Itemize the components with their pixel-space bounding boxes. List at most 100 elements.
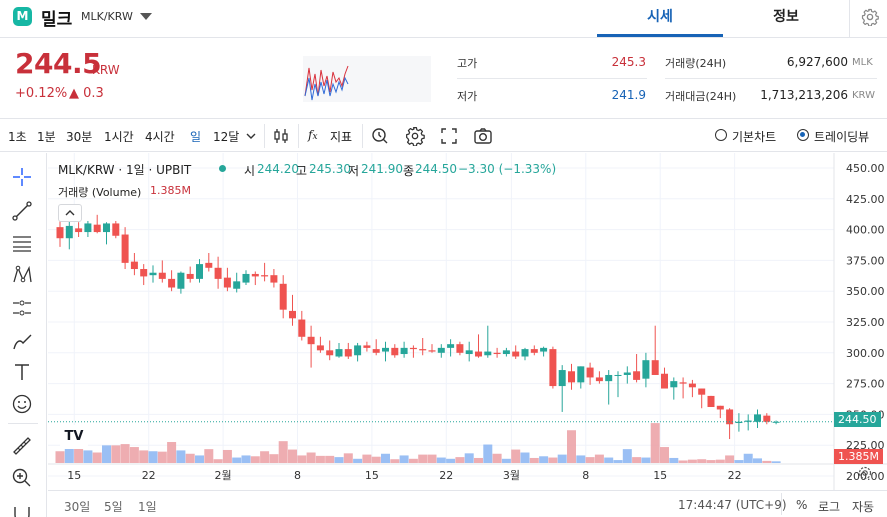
volume-bar: [260, 451, 270, 463]
volume-bar: [390, 459, 400, 463]
volume-bar: [613, 460, 623, 463]
indicator-fx-icon[interactable]: fx: [308, 128, 318, 142]
range-30d[interactable]: 30일: [64, 498, 90, 515]
candle-style-icon[interactable]: [271, 126, 291, 146]
volume-bar: [92, 452, 102, 463]
candle-body: [679, 382, 687, 384]
y-tick-label: 275.00: [846, 378, 885, 391]
volume-bar: [557, 454, 567, 463]
mode-basic-radio[interactable]: [715, 129, 727, 141]
candle-body: [698, 388, 706, 395]
axis-settings-gear-icon[interactable]: [857, 465, 873, 481]
pattern-icon[interactable]: [11, 264, 33, 286]
tab-quote[interactable]: 시세: [597, 0, 723, 37]
volume-bar: [278, 441, 288, 463]
market-status-dot: [219, 165, 226, 172]
tradingview-logo[interactable]: TV: [60, 425, 88, 449]
forecast-icon[interactable]: [11, 297, 33, 319]
volume-24h-label: 거래량(24H): [665, 57, 727, 70]
candle-body: [419, 349, 427, 351]
candle-body: [409, 347, 417, 350]
volume-bar: [771, 461, 781, 463]
candle-body: [772, 421, 780, 423]
candle-body: [549, 349, 557, 387]
volume-bar: [111, 445, 121, 463]
percent-scale-toggle[interactable]: %: [796, 498, 807, 512]
candle-body: [465, 350, 473, 355]
volume-bar: [697, 459, 707, 463]
coin-dropdown-caret-icon[interactable]: [140, 13, 152, 20]
candle-body: [661, 373, 668, 389]
last-volume-tag: 1.385M: [834, 449, 883, 464]
range-1d[interactable]: 1일: [138, 498, 157, 515]
interval-4h[interactable]: 4시간: [145, 128, 175, 145]
y-tick-label: 350.00: [846, 285, 885, 298]
candle-body: [335, 349, 343, 357]
divider: [665, 78, 877, 79]
volume-bar: [641, 457, 651, 463]
brush-icon[interactable]: [11, 331, 33, 353]
ohlc-low-label: 저: [348, 164, 360, 178]
volume-bar: [250, 456, 260, 463]
candlestick-chart[interactable]: 450.00 425.00 400.00 375.00 350.00 325.00 300.…: [48, 153, 887, 517]
trend-line-icon[interactable]: [11, 200, 33, 222]
zoom-in-icon[interactable]: [11, 467, 33, 489]
collapse-legend-button[interactable]: [58, 204, 82, 222]
y-tick-label: 375.00: [846, 254, 885, 267]
candle-body: [298, 319, 306, 337]
mode-tradingview-radio[interactable]: [797, 129, 809, 141]
settings-gear-icon[interactable]: [861, 8, 879, 26]
emoji-icon[interactable]: [11, 393, 33, 415]
magnet-icon[interactable]: [11, 503, 33, 517]
candle-body: [205, 262, 213, 268]
interval-1m[interactable]: 1분: [37, 128, 56, 145]
camera-snapshot-icon[interactable]: [473, 126, 493, 146]
x-tick-label: 22: [728, 469, 742, 482]
ohlc-close: 244.50: [415, 162, 457, 176]
candle-body: [456, 344, 464, 353]
indicators-button[interactable]: 지표: [330, 128, 352, 145]
text-tool-icon[interactable]: [11, 361, 33, 383]
volume-bar: [399, 455, 409, 463]
auto-scale-toggle[interactable]: 자동: [852, 498, 874, 515]
candle-body: [251, 273, 259, 277]
y-tick-label: 450.00: [846, 162, 885, 175]
volume-bar: [139, 450, 149, 463]
volume-bar: [678, 460, 688, 463]
volume-bar: [129, 447, 139, 463]
divider: [8, 423, 38, 424]
fib-retracement-icon[interactable]: [11, 232, 33, 254]
interval-1h[interactable]: 1시간: [104, 128, 134, 145]
chart-area[interactable]: 450.00 425.00 400.00 375.00 350.00 325.00 300.…: [48, 153, 887, 517]
volume-bar: [436, 457, 446, 463]
range-5d[interactable]: 5일: [104, 498, 123, 515]
volume-bar: [455, 457, 465, 463]
interval-day[interactable]: 일: [190, 128, 201, 145]
chevron-down-icon[interactable]: [244, 126, 258, 146]
interval-1s[interactable]: 1초: [8, 128, 27, 145]
chart-settings-gear-icon[interactable]: [405, 126, 425, 146]
interval-30m[interactable]: 30분: [66, 128, 92, 145]
mode-basic-label[interactable]: 기본차트: [732, 128, 776, 145]
x-tick-label: 15: [365, 469, 379, 482]
ruler-icon[interactable]: [11, 435, 33, 457]
volume-bar: [371, 456, 381, 463]
crosshair-icon[interactable]: [11, 166, 33, 188]
drawing-toolbar: [0, 153, 47, 517]
volume-bar: [102, 445, 111, 463]
log-scale-toggle[interactable]: 로그: [818, 498, 840, 515]
volume-bar: [548, 457, 558, 463]
fullscreen-icon[interactable]: [439, 126, 459, 146]
mode-tradingview-label[interactable]: 트레이딩뷰: [814, 128, 869, 145]
amount-24h-unit: KRW: [852, 90, 875, 101]
volume-legend-label: 거래량 (Volume): [58, 186, 142, 199]
volume-bar: [427, 454, 437, 463]
interval-12mo[interactable]: 12달: [213, 128, 239, 145]
volume-bar: [753, 458, 762, 463]
tab-info[interactable]: 정보: [723, 0, 849, 37]
volume-bar: [576, 455, 586, 463]
high-label: 고가: [457, 57, 478, 70]
alert-clock-icon[interactable]: [370, 126, 390, 146]
divider: [849, 0, 850, 37]
candle-body: [716, 405, 724, 410]
